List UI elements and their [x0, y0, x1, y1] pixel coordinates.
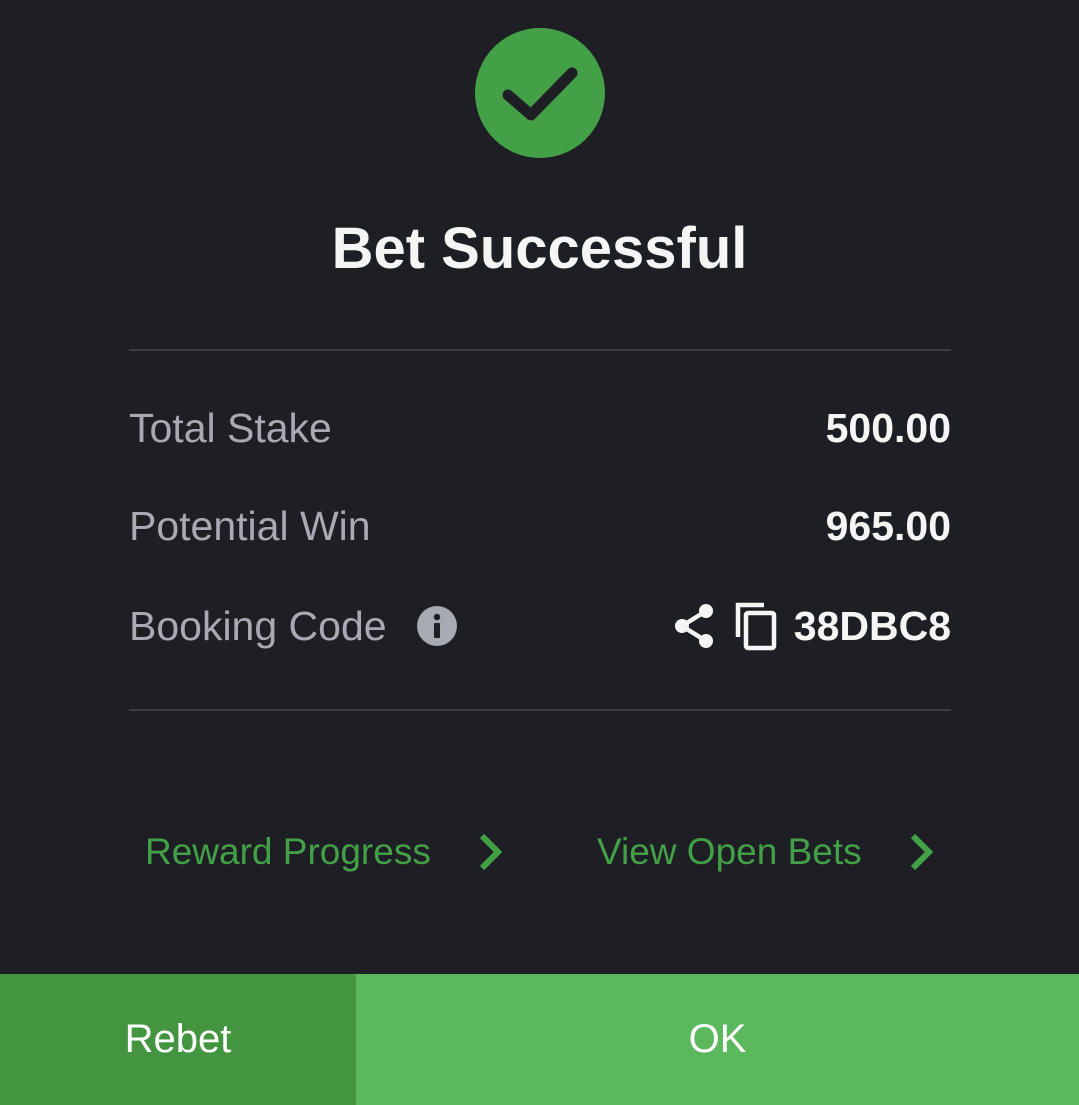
reward-progress-link[interactable]: Reward Progress	[145, 822, 503, 882]
top-divider	[129, 349, 951, 351]
view-open-bets-label: View Open Bets	[597, 831, 862, 872]
potential-win-label: Potential Win	[129, 502, 371, 549]
booking-code-value[interactable]: 38DBC8	[794, 603, 951, 650]
bottom-divider	[129, 709, 951, 711]
view-open-bets-link[interactable]: View Open Bets	[597, 822, 934, 882]
chevron-right-icon	[908, 832, 934, 872]
info-icon[interactable]	[416, 606, 457, 646]
check-icon	[500, 61, 580, 125]
ok-button[interactable]: OK	[356, 974, 1079, 1105]
copy-icon[interactable]	[734, 601, 778, 651]
chevron-right-icon	[477, 832, 503, 872]
dialog-title: Bet Successful	[331, 216, 748, 281]
footer-actions: Rebet OK	[0, 974, 1079, 1105]
booking-code-label-group: Booking Code	[129, 603, 457, 650]
potential-win-row: Potential Win 965.00	[129, 496, 951, 556]
booking-code-row: Booking Code 38DBC8	[129, 596, 951, 656]
total-stake-label: Total Stake	[129, 404, 332, 451]
reward-progress-label: Reward Progress	[145, 831, 431, 872]
success-check-badge	[475, 28, 605, 158]
share-icon[interactable]	[672, 603, 716, 649]
total-stake-value: 500.00	[825, 404, 951, 451]
total-stake-row: Total Stake 500.00	[129, 398, 951, 458]
booking-code-actions: 38DBC8	[672, 601, 951, 651]
rebet-button[interactable]: Rebet	[0, 974, 356, 1105]
booking-code-label: Booking Code	[129, 602, 387, 649]
potential-win-value: 965.00	[825, 502, 951, 549]
